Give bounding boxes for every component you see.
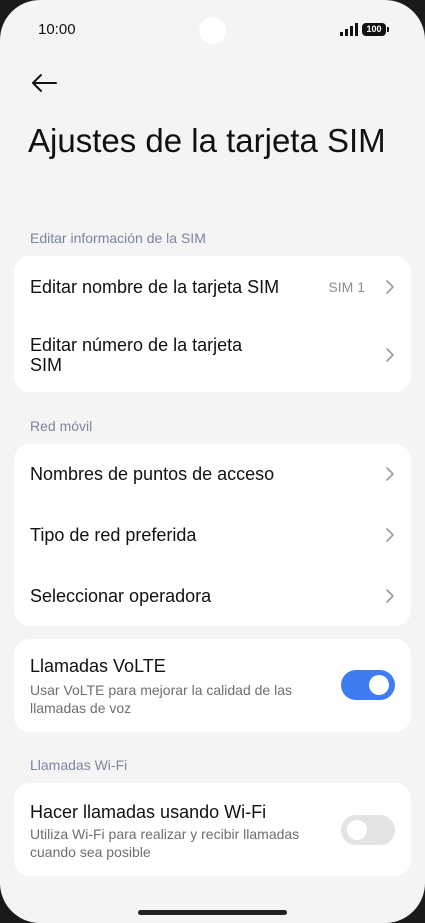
row-label: Seleccionar operadora bbox=[30, 586, 212, 606]
battery-icon: 100 bbox=[362, 23, 389, 36]
row-label: Editar nombre de la tarjeta SIM bbox=[30, 277, 280, 297]
wifi-calls-subtitle: Utiliza Wi-Fi para realizar y recibir ll… bbox=[30, 826, 300, 860]
chevron-right-icon bbox=[386, 348, 394, 362]
section-label-mobile-network: Red móvil bbox=[30, 418, 93, 434]
chevron-right-icon bbox=[386, 467, 394, 481]
toggle-knob bbox=[347, 820, 367, 840]
section-label-sim-info: Editar información de la SIM bbox=[30, 230, 206, 246]
volte-toggle[interactable] bbox=[341, 670, 395, 700]
card-sim-info: Editar nombre de la tarjeta SIM SIM 1 Ed… bbox=[14, 256, 411, 392]
row-label: Editar número de la tarjeta SIM bbox=[30, 335, 243, 375]
home-indicator[interactable] bbox=[138, 910, 287, 915]
sim-name-value: SIM 1 bbox=[328, 279, 365, 295]
row-select-operator[interactable]: Seleccionar operadora bbox=[14, 566, 411, 626]
page-title: Ajustes de la tarjeta SIM bbox=[28, 122, 386, 159]
row-volte-calls[interactable]: Llamadas VoLTE Usar VoLTE para mejorar l… bbox=[14, 639, 411, 732]
back-button[interactable] bbox=[28, 68, 60, 98]
row-label: Tipo de red preferida bbox=[30, 525, 197, 545]
card-mobile-network: Nombres de puntos de acceso Tipo de red … bbox=[14, 444, 411, 626]
volte-title: Llamadas VoLTE bbox=[30, 656, 166, 676]
volte-subtitle: Usar VoLTE para mejorar la calidad de la… bbox=[30, 682, 292, 716]
wifi-calls-title: Hacer llamadas usando Wi-Fi bbox=[30, 802, 267, 822]
row-preferred-network-type[interactable]: Tipo de red preferida bbox=[14, 505, 411, 566]
front-camera bbox=[199, 17, 226, 44]
row-edit-sim-number[interactable]: Editar número de la tarjeta SIM bbox=[14, 318, 411, 392]
card-volte: Llamadas VoLTE Usar VoLTE para mejorar l… bbox=[14, 639, 411, 732]
arrow-left-icon bbox=[32, 74, 57, 92]
row-access-point-names[interactable]: Nombres de puntos de acceso bbox=[14, 444, 411, 505]
chevron-right-icon bbox=[386, 589, 394, 603]
section-label-wifi-calls: Llamadas Wi-Fi bbox=[30, 757, 128, 773]
status-bar: 10:00 100 bbox=[0, 0, 425, 60]
phone-screen: 10:00 100 Ajustes de la tarjeta SIM Edit… bbox=[0, 0, 425, 923]
chevron-right-icon bbox=[386, 280, 394, 294]
row-edit-sim-name[interactable]: Editar nombre de la tarjeta SIM SIM 1 bbox=[14, 256, 411, 318]
card-wifi-calls: Hacer llamadas usando Wi-Fi Utiliza Wi-F… bbox=[14, 783, 411, 876]
signal-icon bbox=[340, 23, 358, 36]
row-wifi-calls[interactable]: Hacer llamadas usando Wi-Fi Utiliza Wi-F… bbox=[14, 783, 411, 876]
chevron-right-icon bbox=[386, 528, 394, 542]
wifi-calls-toggle[interactable] bbox=[341, 815, 395, 845]
battery-level: 100 bbox=[366, 24, 382, 34]
row-label: Nombres de puntos de acceso bbox=[30, 464, 275, 484]
toggle-knob bbox=[369, 675, 389, 695]
status-time: 10:00 bbox=[38, 21, 76, 38]
